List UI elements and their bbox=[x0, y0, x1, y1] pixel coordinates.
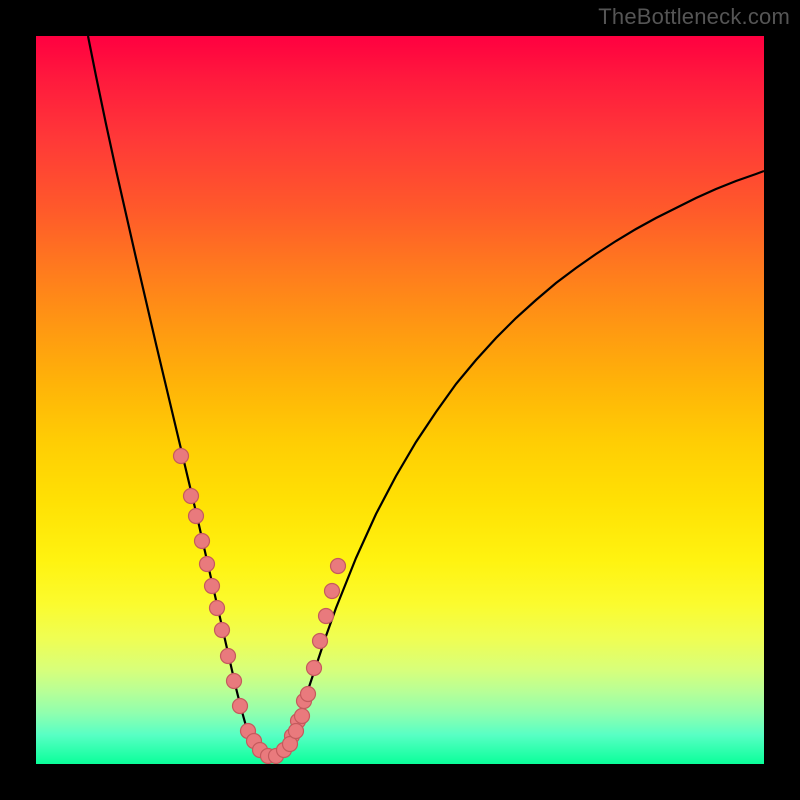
scatter-dot bbox=[319, 609, 334, 624]
scatter-dot bbox=[307, 661, 322, 676]
scatter-dot bbox=[174, 449, 189, 464]
watermark-text: TheBottleneck.com bbox=[598, 4, 790, 30]
scatter-dot bbox=[313, 634, 328, 649]
chart-frame: TheBottleneck.com bbox=[0, 0, 800, 800]
scatter-dot bbox=[205, 579, 220, 594]
scatter-dot bbox=[189, 509, 204, 524]
scatter-dot bbox=[295, 709, 310, 724]
scatter-dot bbox=[221, 649, 236, 664]
scatter-dot bbox=[325, 584, 340, 599]
scatter-dot bbox=[215, 623, 230, 638]
scatter-dot bbox=[210, 601, 225, 616]
scatter-dots bbox=[174, 449, 346, 764]
scatter-dot bbox=[227, 674, 242, 689]
chart-svg bbox=[36, 36, 764, 764]
scatter-dot bbox=[289, 724, 304, 739]
bottleneck-curve bbox=[88, 36, 764, 758]
scatter-dot bbox=[331, 559, 346, 574]
scatter-dot bbox=[301, 687, 316, 702]
scatter-dot bbox=[233, 699, 248, 714]
scatter-dot bbox=[195, 534, 210, 549]
plot-area bbox=[36, 36, 764, 764]
scatter-dot bbox=[200, 557, 215, 572]
scatter-dot bbox=[184, 489, 199, 504]
